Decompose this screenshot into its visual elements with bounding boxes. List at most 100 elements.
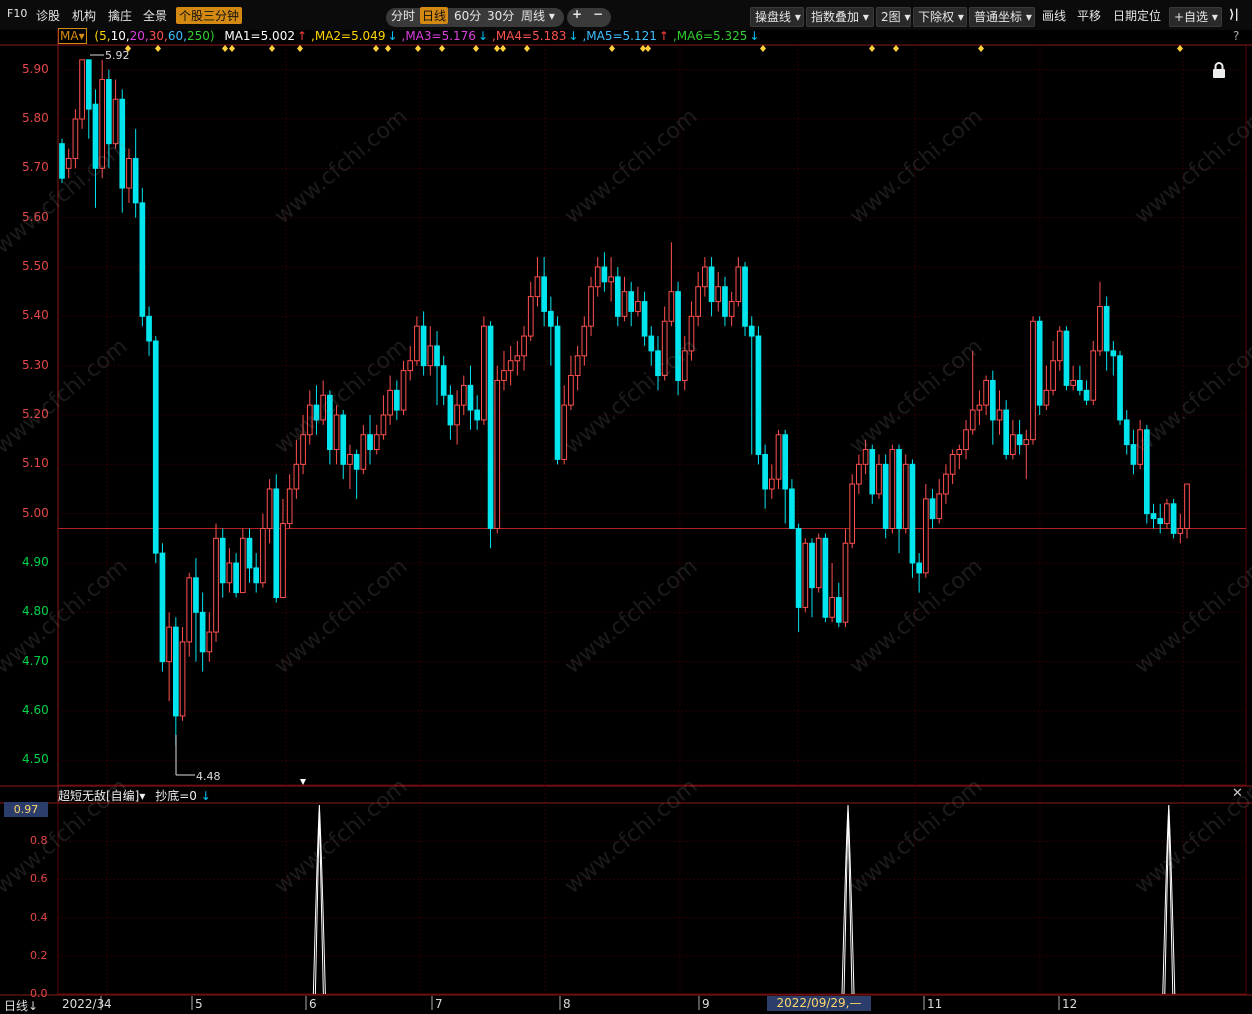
candle [514,341,521,376]
candle [849,474,856,549]
candle [1077,365,1083,396]
candle-body [1003,409,1010,455]
candle-body [260,527,266,584]
candle-body [1043,389,1050,406]
candle-body [1050,360,1056,391]
candle [132,128,139,218]
candle [876,454,882,499]
candle [1003,400,1010,460]
candle [1177,513,1184,544]
candle [454,390,460,445]
candle [85,59,92,139]
candle [434,331,440,406]
candle-body [186,577,193,643]
candle-body [588,286,594,327]
event-diamond-icon [439,45,445,52]
date-axis-label: 12 [1062,997,1078,1011]
candle-body [795,527,802,608]
candle [460,375,467,415]
candle-body [1164,503,1170,525]
candle-body [327,394,333,451]
candle [1117,350,1123,425]
candle-body [414,325,420,362]
indicator-name-dropdown[interactable]: 超短无敌[自编]▾ [58,789,145,803]
price-axis-label: 5.70 [22,160,49,175]
candle [79,59,85,129]
candle-body [581,325,588,357]
candle-body [340,414,347,465]
candle [320,380,327,425]
price-axis-label: 5.40 [22,308,49,323]
candle [1150,503,1157,529]
candle [795,523,802,633]
candle-body [373,434,380,451]
candle-body [668,291,675,322]
candle [963,419,969,460]
candle-body [467,384,474,411]
min-price-label: 4.48 [196,770,221,783]
price-axis-label: 4.60 [22,703,49,717]
candle-body [353,453,360,470]
candle-body [902,463,909,529]
candle-body [159,552,166,663]
candle-body [1170,503,1177,534]
candle [72,109,79,169]
indicator-header: 超短无敌[自编]▾ 抄底=0 ↓ [58,787,211,804]
candle [139,188,146,327]
candle-body [849,483,856,544]
candle [1143,424,1150,524]
candle [233,553,239,598]
candle [916,553,922,593]
candle-body [1030,320,1036,441]
candle-body [1063,330,1070,386]
candle-body [527,296,534,337]
candle [266,479,273,544]
main-chart-frame [57,44,1247,786]
price-axis-label: 4.50 [22,752,49,767]
candle-body [447,394,454,426]
candle [755,326,762,465]
candle [99,59,106,179]
candle-body [72,118,79,159]
candle [708,257,715,317]
candle-body [246,537,253,569]
candle-body [407,360,414,372]
candle [400,360,407,415]
candle [246,528,253,583]
candle [313,385,320,435]
candle-body [206,631,213,653]
period-mode-toggle[interactable]: 日线↓ [4,997,38,1014]
candle-body [266,488,273,529]
candle [996,390,1003,435]
close-indicator-icon[interactable]: ✕ [1232,786,1243,801]
candle [347,444,353,489]
candle [353,449,360,499]
candle-body [641,301,648,337]
event-diamond-icon [415,45,421,52]
candle [815,533,822,593]
candle [1123,410,1130,455]
candle-body [1070,379,1077,386]
candle [902,454,909,534]
candle-body [963,429,969,451]
candle-body [1177,527,1184,534]
candle-body [286,488,293,525]
event-diamond-icon [978,45,984,52]
candle-body [534,276,541,298]
candle [574,345,581,391]
candlestick-chart[interactable] [0,0,1252,1013]
candle [427,326,434,376]
candle-body [762,453,768,490]
lock-icon[interactable] [1212,62,1226,78]
indicator-axis-label: 0.2 [30,948,48,962]
candle [728,291,735,327]
indicator-axis-label: 0.4 [30,910,48,924]
candle-body [996,409,1003,421]
candle-body [306,404,313,436]
candle [1137,419,1143,470]
candle-body [92,103,99,169]
candle [1070,365,1077,391]
candle [588,276,594,337]
candle-body [695,286,702,317]
candle [1164,498,1170,529]
